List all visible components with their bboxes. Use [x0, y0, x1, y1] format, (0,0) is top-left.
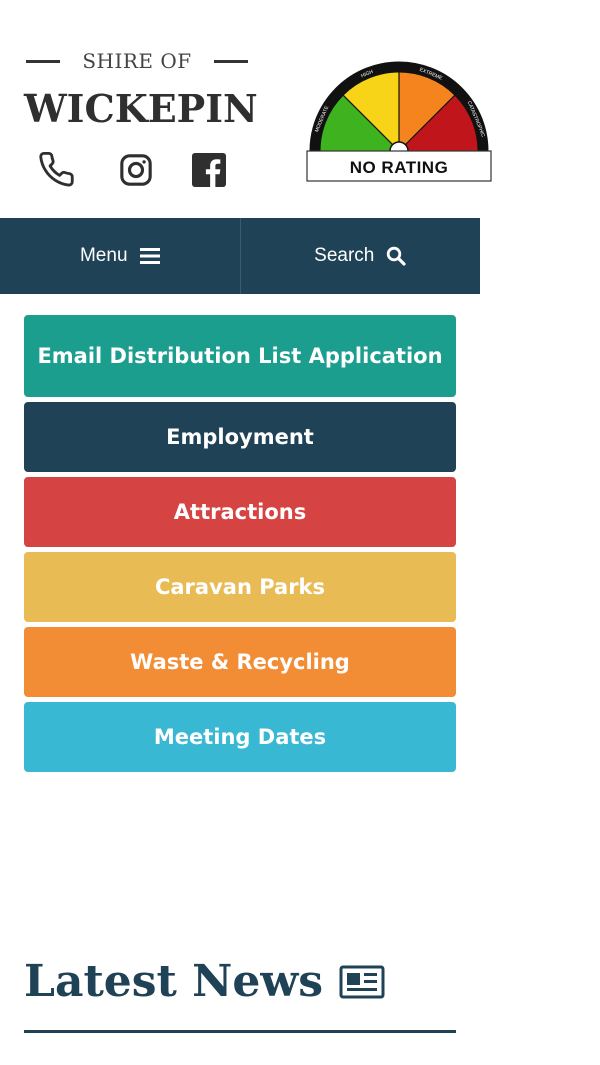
latest-news-title: Latest News — [24, 956, 324, 1007]
search-button[interactable]: Search — [239, 218, 481, 294]
quick-link-attractions[interactable]: Attractions — [24, 477, 456, 547]
latest-news-divider — [24, 1030, 456, 1033]
divider — [26, 59, 60, 63]
menu-label: Menu — [79, 245, 128, 266]
facebook-icon[interactable] — [189, 150, 229, 190]
fdr-status-text: NO RATING — [350, 158, 449, 177]
quick-link-meeting-dates[interactable]: Meeting Dates — [24, 702, 456, 772]
quick-link-email-distribution[interactable]: Email Distribution List Application — [24, 315, 456, 397]
quick-link-caravan-parks[interactable]: Caravan Parks — [24, 552, 456, 622]
quick-link-waste-recycling[interactable]: Waste & Recycling — [24, 627, 456, 697]
fire-danger-rating-meter[interactable]: MODERATEHIGH EXTREMECATASTROPHIC NO RATIN… — [306, 60, 492, 184]
main-nav: Menu Search — [0, 218, 480, 294]
phone-icon[interactable] — [38, 150, 78, 190]
quick-links: Email Distribution List Application Empl… — [24, 315, 456, 777]
site-header: SHIRE OF WICKEPIN MODERATE HIGH EXTREME CAT… — [0, 0, 600, 218]
instagram-icon[interactable] — [116, 150, 156, 190]
latest-news-heading: Latest News — [24, 956, 385, 1007]
shire-of-row: SHIRE OF — [26, 46, 248, 76]
search-icon — [387, 246, 406, 266]
site-logo-text[interactable]: WICKEPIN — [24, 86, 258, 131]
menu-button[interactable]: Menu — [0, 218, 240, 294]
newspaper-icon — [339, 965, 385, 998]
hamburger-icon — [139, 248, 160, 264]
shire-of-text: SHIRE OF — [82, 49, 192, 73]
search-label: Search — [314, 245, 375, 266]
divider — [214, 59, 248, 63]
quick-link-employment[interactable]: Employment — [24, 402, 456, 472]
